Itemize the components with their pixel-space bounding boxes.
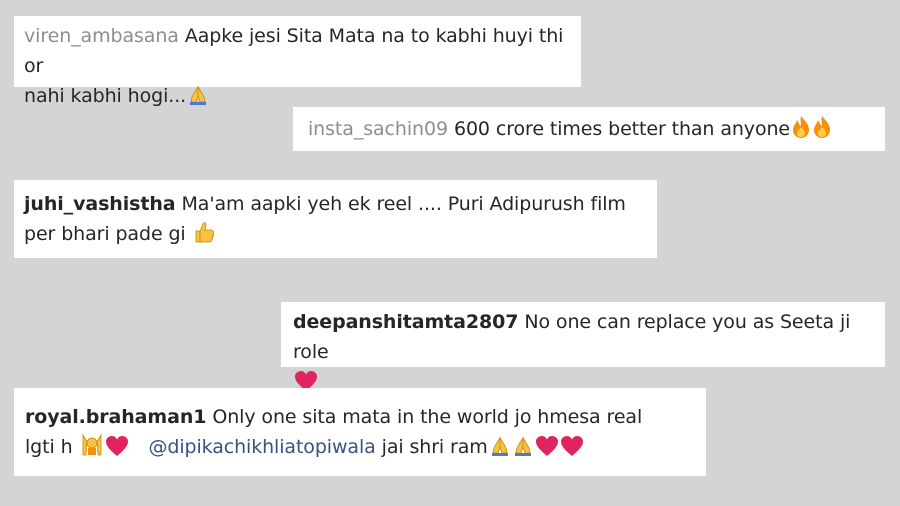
comment-text: Ma'am aapki yeh ek reel .... Puri Adipur… [181,193,626,215]
red-heart-emoji-icon [560,435,584,457]
comment-mention-link[interactable]: @dipikachikhliatopiwala [148,436,375,458]
comment-username[interactable]: viren_ambasana [24,25,179,47]
comment-card-deepanshitamta2807: deepanshitamta2807 No one can replace you… [281,302,885,391]
comment-text: nahi kabhi hogi... [24,85,187,107]
comment-text: per bhari pade gi [24,223,192,245]
folded-hands-emoji-icon [187,84,209,106]
comment-line: deepanshitamta2807 No one can replace you… [293,307,885,367]
comment-line: lgti h @dipikachikhliatopiwala jai shri … [25,432,706,462]
comment-text: 600 crore times better than anyone [453,118,791,140]
comment-line: per bhari pade gi [24,219,657,249]
comment-line: juhi_vashistha Ma'am aapki yeh ek reel ..… [24,189,657,219]
comment-card-insta-sachin09: insta_sachin09 600 crore times better tha… [293,107,885,151]
comment-text: jai shri ram [381,436,488,458]
comment-username[interactable]: deepanshitamta2807 [293,311,518,333]
comment-text: Only one sita mata in the world jo hmesa… [212,406,643,428]
comment-card-viren-ambasana: viren_ambasana Aapke jesi Sita Mata na to… [14,16,581,107]
person-raising-hands-emoji-icon [80,433,104,457]
folded-hands-emoji-icon [489,435,511,457]
comment-username[interactable]: royal.brahaman1 [25,406,206,428]
comment-card-juhi-vashistha: juhi_vashistha Ma'am aapki yeh ek reel ..… [14,180,657,258]
comment-text: lgti h [25,436,79,458]
comment-line: royal.brahaman1 Only one sita mata in the… [25,402,706,432]
red-heart-emoji-icon [535,435,559,457]
fire-emoji-icon [791,115,811,139]
comment-line: viren_ambasana Aapke jesi Sita Mata na to… [24,21,581,81]
thumbs-up-emoji-icon [193,220,215,244]
comment-username[interactable]: insta_sachin09 [308,118,448,140]
comment-username[interactable]: juhi_vashistha [24,193,176,215]
fire-emoji-icon [812,115,832,139]
folded-hands-emoji-icon [512,435,534,457]
comment-card-royal-brahaman1: royal.brahaman1 Only one sita mata in the… [14,388,706,476]
red-heart-emoji-icon [105,435,129,457]
